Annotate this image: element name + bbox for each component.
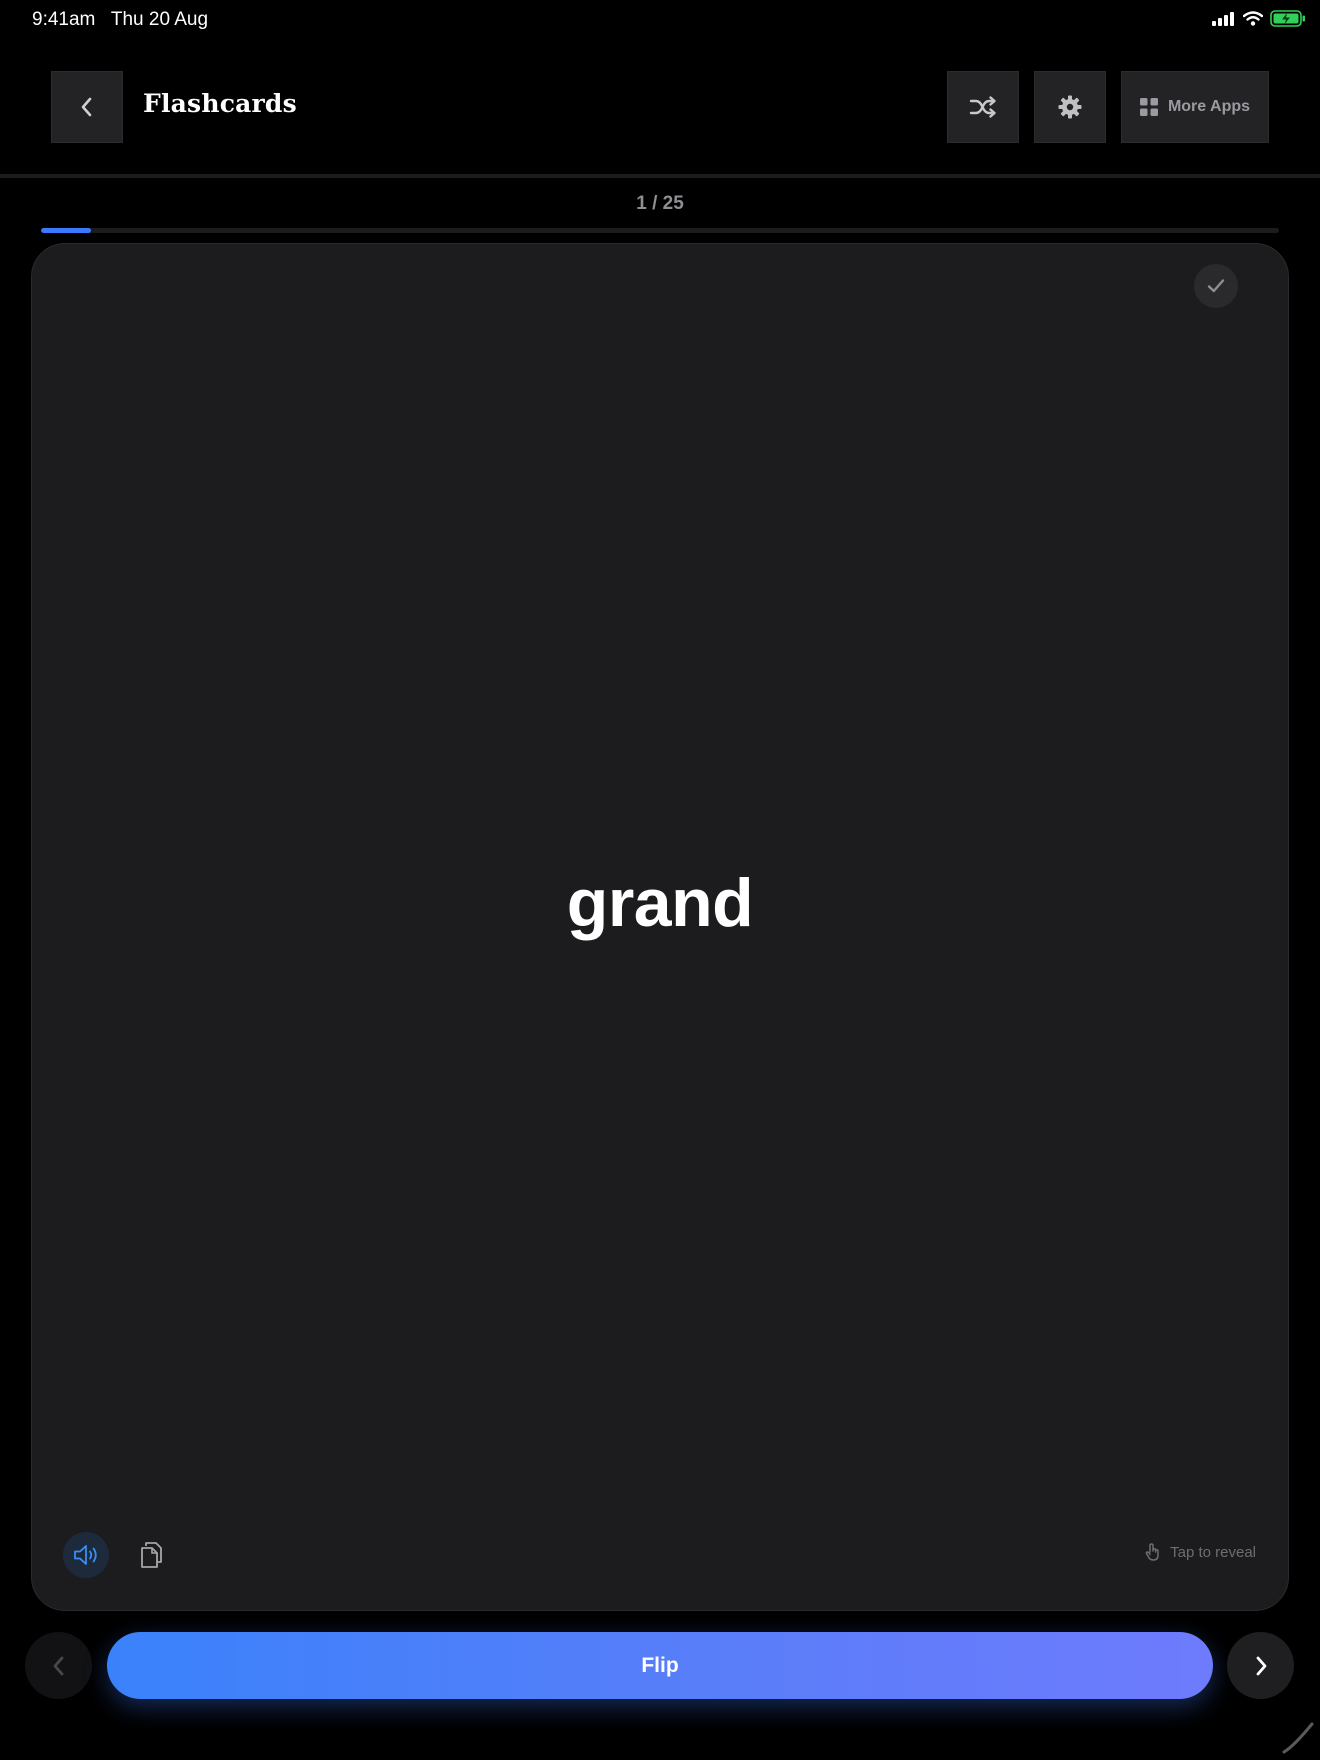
progress-bar [41, 228, 1279, 233]
more-apps-button[interactable]: More Apps [1121, 71, 1269, 143]
status-clock: 9:41am [32, 9, 96, 30]
tap-to-reveal-text: Tap to reveal [1170, 1543, 1256, 1561]
speak-button[interactable] [63, 1532, 109, 1578]
status-icons [1212, 10, 1306, 27]
status-date: Thu 20 Aug [110, 9, 209, 30]
status-bar: 9:41am Thu 20 Aug [0, 0, 1320, 42]
wifi-icon [1243, 11, 1263, 26]
gear-icon [1058, 95, 1082, 119]
chevron-left-icon [53, 1656, 63, 1675]
checkmark-icon [1207, 279, 1225, 293]
shuffle-button[interactable] [947, 71, 1019, 143]
chevron-right-icon [1256, 1656, 1266, 1675]
mark-known-button[interactable] [1194, 264, 1238, 308]
shuffle-icon [969, 96, 996, 118]
more-apps-label: More Apps [1167, 98, 1251, 115]
speaker-icon [74, 1545, 97, 1565]
cellular-signal-icon [1212, 11, 1234, 26]
back-button[interactable] [51, 71, 123, 143]
tap-to-reveal-hint: Tap to reveal [1144, 1542, 1256, 1562]
grid-icon [1139, 98, 1158, 116]
battery-charging-icon [1270, 10, 1305, 27]
status-time: 9:41am Thu 20 Aug [32, 9, 208, 31]
progress-bar-fill [41, 228, 91, 233]
card-word: grand [566, 865, 754, 941]
flip-button[interactable]: Flip [107, 1632, 1213, 1699]
progress-counter: 1 / 25 [636, 193, 684, 214]
tap-hand-icon [1145, 1543, 1159, 1561]
chevron-left-icon [81, 97, 92, 117]
copy-button[interactable] [132, 1534, 172, 1576]
next-card-button[interactable] [1227, 1632, 1294, 1699]
previous-card-button[interactable] [25, 1632, 92, 1699]
settings-button[interactable] [1034, 71, 1106, 143]
copy-icon [141, 1542, 162, 1568]
app-header: Flashcards More Apps [0, 60, 1320, 154]
flashcard[interactable]: grand Tap to reveal [31, 243, 1289, 1611]
page-title: Flashcards [143, 89, 297, 118]
home-indicator-icon [1282, 1722, 1314, 1754]
header-divider [0, 174, 1320, 178]
